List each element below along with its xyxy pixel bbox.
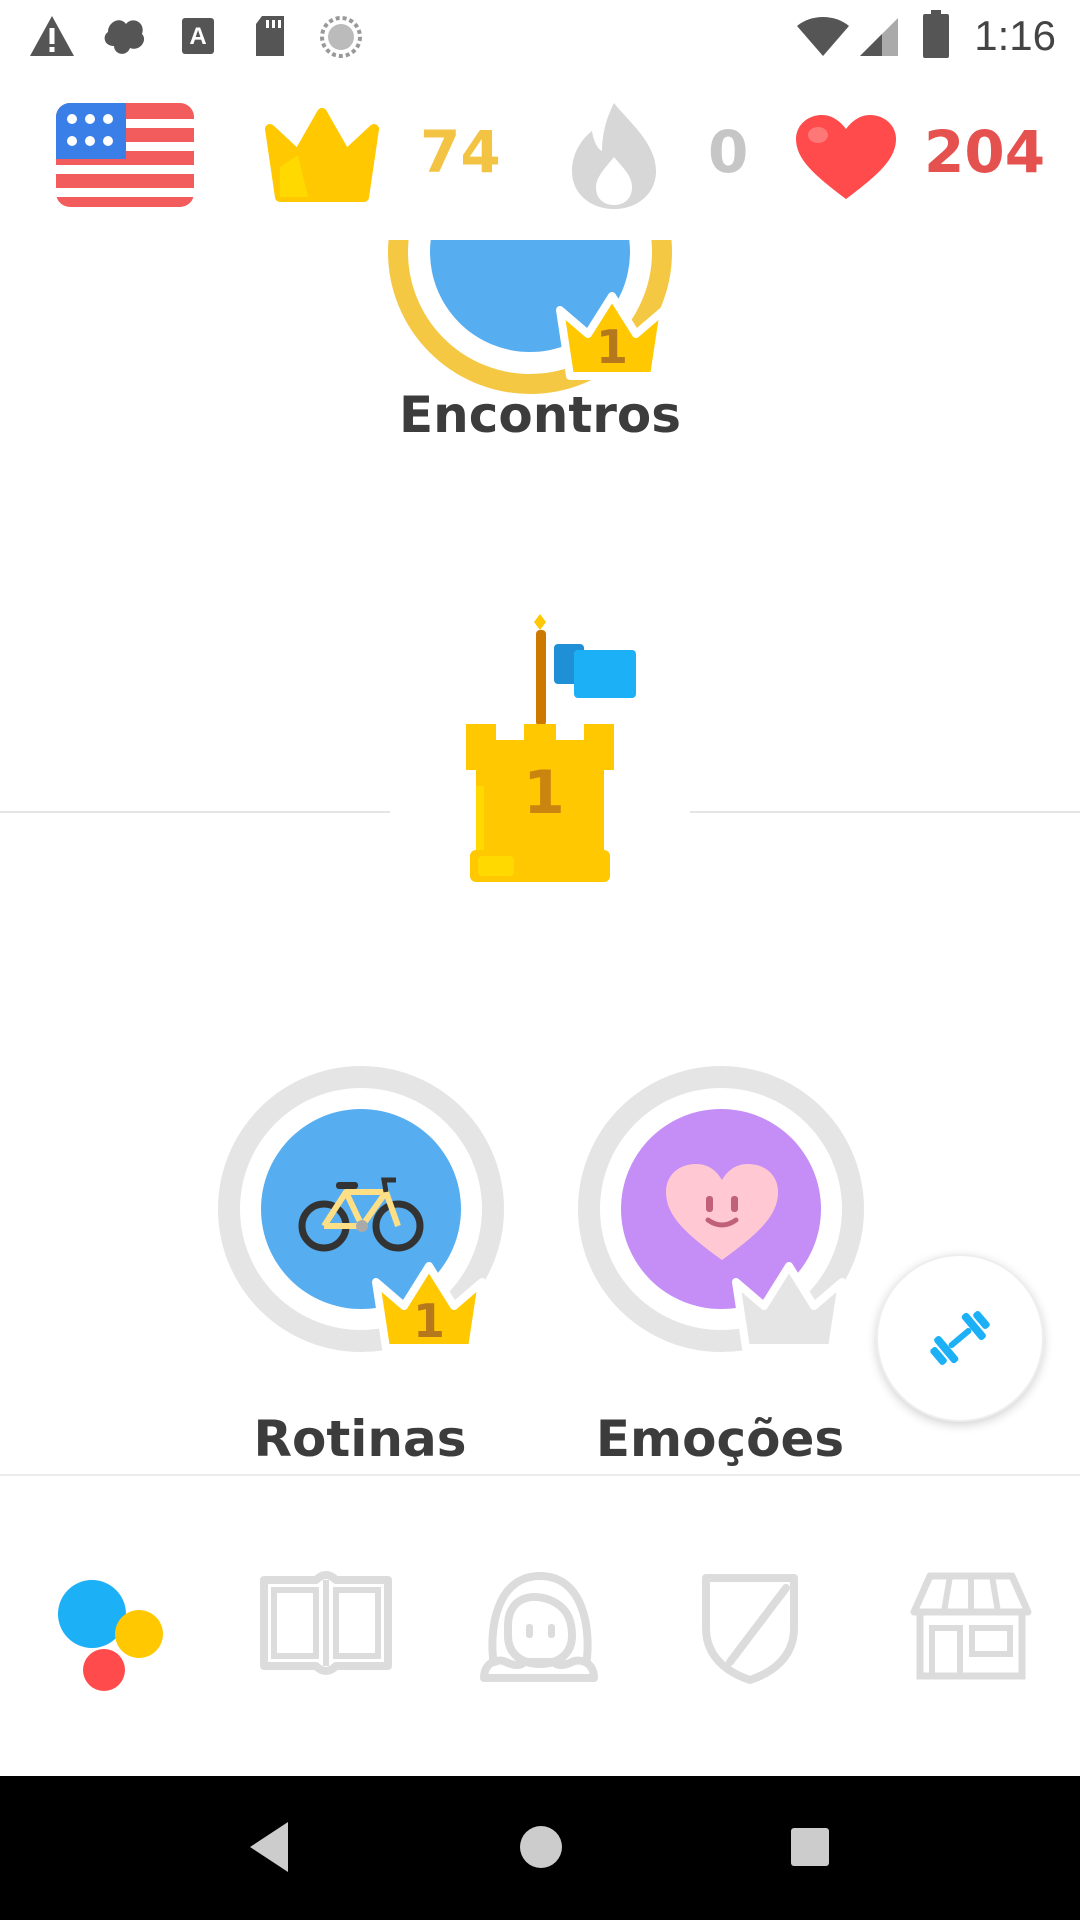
checkpoint-level: 1 <box>523 758 565 828</box>
home-icon[interactable] <box>506 1812 576 1882</box>
streak-flame-icon[interactable] <box>568 101 660 211</box>
shop-icon <box>910 1572 1032 1680</box>
bicycle-icon <box>298 1177 424 1252</box>
system-nav-bar <box>0 1776 1080 1920</box>
us-flag-icon[interactable] <box>56 103 194 207</box>
streak-count: 0 <box>708 118 749 186</box>
learn-icon <box>58 1580 163 1691</box>
checkpoint-castle[interactable]: 1 <box>456 610 646 890</box>
recents-icon[interactable] <box>775 1812 845 1882</box>
profile-icon <box>480 1571 598 1682</box>
skill-emocoes[interactable] <box>572 1060 870 1358</box>
wifi-icon <box>797 17 849 56</box>
tab-shop[interactable] <box>906 1566 1036 1696</box>
crown-level: 1 <box>412 1294 445 1348</box>
tab-learn[interactable] <box>44 1564 174 1694</box>
skill-title-encontros: Encontros <box>398 386 681 444</box>
heart-face-icon <box>666 1164 778 1260</box>
sync-icon <box>320 16 362 58</box>
skill-encontros[interactable]: 1 <box>378 240 682 404</box>
divider-left <box>0 811 390 813</box>
crown-badge-empty-icon <box>732 1262 846 1352</box>
bottom-tab-bar <box>0 1474 1080 1776</box>
dumbbell-icon <box>930 1310 990 1366</box>
practice-button[interactable] <box>876 1254 1044 1422</box>
status-time: 1:16 <box>974 12 1056 59</box>
status-bar: A 1:16 <box>0 0 1080 75</box>
signal-icon <box>860 18 898 56</box>
tab-profile[interactable] <box>474 1566 604 1696</box>
tab-leagues[interactable] <box>690 1566 820 1696</box>
battery-icon <box>923 10 949 58</box>
back-icon[interactable] <box>236 1812 306 1882</box>
sd-card-icon <box>256 16 284 56</box>
gems-count: 204 <box>924 118 1046 186</box>
book-icon <box>260 1571 392 1675</box>
divider-right <box>690 811 1080 813</box>
crowns-count: 74 <box>420 118 501 186</box>
warning-icon <box>30 16 74 56</box>
skill-rotinas[interactable]: 1 <box>212 1060 510 1358</box>
crown-level: 1 <box>596 320 629 374</box>
leaf-icon <box>104 20 145 54</box>
shield-icon <box>702 1574 798 1684</box>
top-stats-bar: 74 0 204 <box>0 75 1080 240</box>
a-icon: A <box>182 18 214 54</box>
svg-text:A: A <box>189 23 206 50</box>
castle-icon <box>466 614 636 882</box>
crown-icon[interactable] <box>264 107 380 203</box>
heart-icon[interactable] <box>794 113 898 201</box>
skill-title-emocoes: Emoções <box>595 1410 845 1468</box>
skill-title-rotinas: Rotinas <box>253 1410 467 1468</box>
tab-stories[interactable] <box>256 1566 392 1696</box>
